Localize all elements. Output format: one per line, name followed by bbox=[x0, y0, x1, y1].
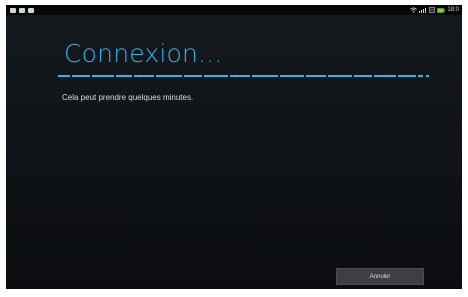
indeterminate-progress-bar bbox=[58, 75, 430, 77]
image-icon bbox=[10, 7, 16, 13]
battery-icon bbox=[437, 7, 446, 13]
system-icons: 18:0 bbox=[410, 5, 459, 15]
mail-icon bbox=[19, 7, 25, 13]
tablet-screen: 18:0 Connexion... Cela peut prendre quel… bbox=[6, 5, 462, 289]
status-time: 18:0 bbox=[447, 7, 459, 13]
cancel-button[interactable]: Annuler bbox=[336, 268, 424, 285]
wifi-icon bbox=[410, 7, 418, 13]
gallery-icon bbox=[28, 7, 34, 13]
data-icon bbox=[429, 7, 436, 13]
notification-icons bbox=[10, 7, 34, 13]
status-bar: 18:0 bbox=[6, 5, 462, 15]
signal-icon bbox=[419, 8, 427, 13]
dialog-title: Connexion... bbox=[64, 39, 223, 68]
dialog-message: Cela peut prendre quelques minutes. bbox=[62, 93, 194, 102]
device-frame: 18:0 Connexion... Cela peut prendre quel… bbox=[0, 0, 468, 297]
